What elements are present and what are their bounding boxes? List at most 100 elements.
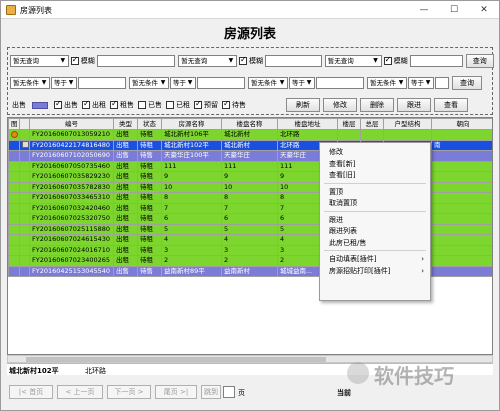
- status-checkbox-sale[interactable]: [54, 99, 62, 109]
- page-number-input[interactable]: [223, 386, 235, 398]
- column-header[interactable]: 类型: [113, 118, 138, 130]
- row-icon-cell: [8, 202, 20, 214]
- menu-item[interactable]: 跟进: [320, 214, 430, 226]
- query-button-2[interactable]: 查询: [452, 76, 482, 90]
- cell-status: 待租: [137, 192, 162, 204]
- prev-page-button[interactable]: < 上一页: [57, 385, 103, 399]
- column-header[interactable]: 图: [8, 118, 20, 130]
- last-page-button[interactable]: 尾页 >|: [155, 385, 197, 399]
- cell-dir: [431, 234, 492, 246]
- delete-button[interactable]: 删除: [360, 98, 394, 112]
- cell-id: FY20160607035829230: [29, 171, 114, 183]
- column-header[interactable]: 户型结构: [383, 118, 432, 130]
- menu-item[interactable]: 此房已租/售: [320, 237, 430, 249]
- menu-item[interactable]: 查看[旧]: [320, 169, 430, 181]
- column-header[interactable]: 朝向: [431, 118, 492, 130]
- minimize-icon[interactable]: —: [409, 1, 439, 19]
- condition-value-4[interactable]: [435, 77, 449, 89]
- next-page-button[interactable]: 下一页 >: [107, 385, 151, 399]
- maximize-icon[interactable]: ☐: [439, 1, 469, 19]
- search-field-select-3[interactable]: 暂无查询 ▼: [324, 55, 382, 67]
- condition-field-select-3[interactable]: 暂无条件 ▼: [248, 77, 288, 89]
- row-marker-cell: [19, 265, 30, 277]
- column-header[interactable]: 房源名称: [161, 118, 222, 130]
- house-icon: [11, 130, 18, 138]
- column-header[interactable]: 编号: [29, 118, 114, 130]
- row-marker-cell: [19, 213, 30, 225]
- menu-item[interactable]: 跟进列表: [320, 225, 430, 237]
- search-field-select-2[interactable]: 暂无查询 ▼: [178, 55, 237, 67]
- condition-field-select-2[interactable]: 暂无条件 ▼: [129, 77, 169, 89]
- condition-op-select-4[interactable]: 等于 ▼: [408, 77, 434, 89]
- fuzzy-checkbox-3[interactable]: [383, 55, 392, 65]
- condition-op-select-3[interactable]: 等于 ▼: [289, 77, 315, 89]
- cell-id: FY20160607023400265: [29, 255, 114, 267]
- follow-up-button[interactable]: 跟进: [397, 98, 431, 112]
- menu-item[interactable]: 自动填表[插件] ›: [320, 253, 430, 265]
- view-button[interactable]: 查看: [434, 98, 468, 112]
- app-icon: [6, 5, 16, 15]
- row-icon-cell: [8, 234, 20, 246]
- cell-status: 待售: [137, 150, 162, 162]
- column-header[interactable]: 楼盘地址: [277, 118, 338, 130]
- search-input-1[interactable]: [96, 55, 176, 67]
- legend-label: 出售: [12, 101, 26, 109]
- condition-field-select-1[interactable]: 暂无条件 ▼: [10, 77, 50, 89]
- menu-item[interactable]: 修改: [320, 146, 430, 158]
- condition-field-select-4[interactable]: 暂无条件 ▼: [367, 77, 407, 89]
- cell-type: 出租: [113, 255, 138, 267]
- menu-item-label: 取消置顶: [329, 199, 357, 207]
- fuzzy-checkbox-1[interactable]: [70, 55, 79, 65]
- row-icon-cell: [8, 223, 20, 235]
- row-icon-cell: [8, 171, 20, 183]
- cell-name: 城北新村106平: [161, 129, 222, 141]
- menu-item[interactable]: 查看[新]: [320, 158, 430, 170]
- goto-button[interactable]: 跳到: [201, 385, 221, 399]
- condition-op-select-1[interactable]: 等于 ▼: [51, 77, 77, 89]
- first-page-button[interactable]: |< 首页: [9, 385, 53, 399]
- status-checkbox-reserved[interactable]: [194, 99, 202, 109]
- column-header[interactable]: 楼层: [337, 118, 361, 130]
- status-checkbox-rent[interactable]: [82, 99, 90, 109]
- fuzzy-checkbox-2[interactable]: [238, 55, 247, 65]
- status-checkbox-rent-sale[interactable]: [110, 99, 118, 109]
- cell-type: 出售: [113, 150, 138, 162]
- submenu-arrow-icon: ›: [421, 255, 424, 263]
- column-header[interactable]: [19, 118, 30, 130]
- menu-item[interactable]: 置顶: [320, 186, 430, 198]
- cell-name: 5: [161, 223, 222, 235]
- cell-estate: 益南新村: [221, 265, 278, 277]
- search-field-select-1[interactable]: 暂无查询 ▼: [10, 55, 69, 67]
- page-unit-label: 页: [238, 389, 245, 397]
- query-button-1[interactable]: 查询: [465, 54, 494, 68]
- condition-value-3[interactable]: [316, 77, 364, 89]
- cell-name: 10: [161, 181, 222, 193]
- condition-value-2[interactable]: [197, 77, 245, 89]
- search-input-3[interactable]: [409, 55, 463, 67]
- edit-button[interactable]: 修改: [323, 98, 357, 112]
- cell-name: 7: [161, 202, 222, 214]
- cell-estate: 天豪华庄: [221, 150, 278, 162]
- scrollbar-thumb[interactable]: [26, 357, 326, 362]
- title-bar: 房源列表 — ☐ ✕: [1, 1, 499, 19]
- row-icon-cell: [8, 160, 20, 172]
- column-header[interactable]: 总层: [360, 118, 384, 130]
- condition-value-1[interactable]: [78, 77, 126, 89]
- status-checkbox-rented[interactable]: [166, 101, 174, 109]
- cell-total: [360, 129, 384, 141]
- condition-op-select-2[interactable]: 等于 ▼: [170, 77, 196, 89]
- column-header[interactable]: 楼盘名称: [221, 118, 278, 130]
- search-input-2[interactable]: [264, 55, 322, 67]
- row-icon-cell: [8, 213, 20, 225]
- row-pointer-icon: [22, 141, 29, 149]
- refresh-button[interactable]: 刷新: [286, 98, 320, 112]
- status-checkbox-for-sale[interactable]: [222, 99, 230, 109]
- menu-item[interactable]: 取消置顶: [320, 197, 430, 209]
- table-row[interactable]: FY20160607013059210 出租 待租 城北新村106平 城北新村 北环路: [8, 129, 492, 141]
- status-address: 北环路: [85, 367, 106, 375]
- row-icon-cell: [8, 255, 20, 267]
- status-checkbox-sold[interactable]: [138, 101, 146, 109]
- column-header[interactable]: 状态: [137, 118, 162, 130]
- menu-item[interactable]: 房源招贴打印[插件] ›: [320, 265, 430, 277]
- close-icon[interactable]: ✕: [469, 1, 499, 19]
